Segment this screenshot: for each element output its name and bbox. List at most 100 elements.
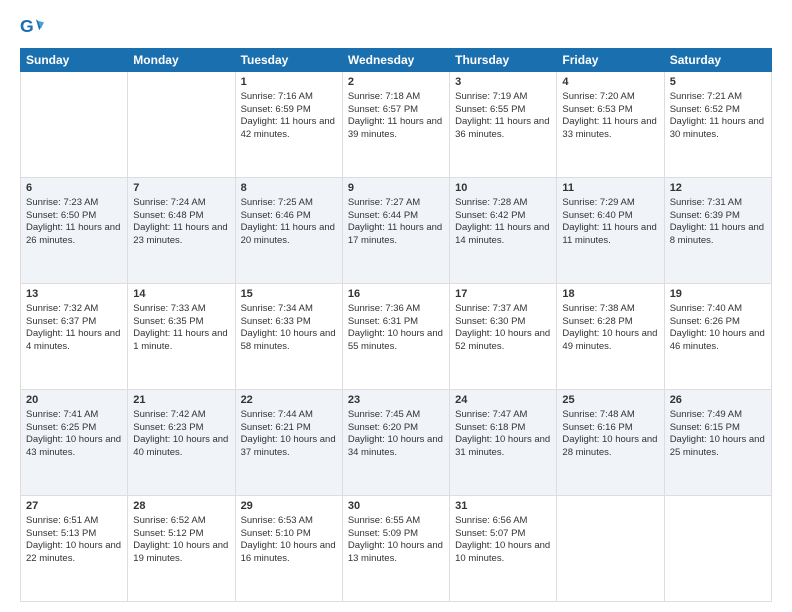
logo: G [20, 16, 46, 40]
calendar-cell: 5Sunrise: 7:21 AMSunset: 6:52 PMDaylight… [664, 72, 771, 178]
day-info: Sunset: 6:31 PM [348, 316, 444, 329]
calendar-cell [557, 496, 664, 602]
day-header-friday: Friday [557, 49, 664, 72]
day-number: 19 [670, 287, 766, 302]
day-info: Sunrise: 7:34 AM [241, 303, 337, 316]
day-info: Sunrise: 7:48 AM [562, 409, 658, 422]
calendar-week-4: 20Sunrise: 7:41 AMSunset: 6:25 PMDayligh… [21, 390, 772, 496]
day-info: Sunrise: 6:51 AM [26, 515, 122, 528]
day-info: Sunset: 6:39 PM [670, 210, 766, 223]
day-info: Sunset: 6:37 PM [26, 316, 122, 329]
day-info: Sunrise: 6:52 AM [133, 515, 229, 528]
calendar-cell: 18Sunrise: 7:38 AMSunset: 6:28 PMDayligh… [557, 284, 664, 390]
day-info: Sunrise: 6:55 AM [348, 515, 444, 528]
calendar-cell: 30Sunrise: 6:55 AMSunset: 5:09 PMDayligh… [342, 496, 449, 602]
calendar-cell: 7Sunrise: 7:24 AMSunset: 6:48 PMDaylight… [128, 178, 235, 284]
calendar-cell: 23Sunrise: 7:45 AMSunset: 6:20 PMDayligh… [342, 390, 449, 496]
day-info: Sunrise: 7:21 AM [670, 91, 766, 104]
day-info: Sunset: 6:30 PM [455, 316, 551, 329]
day-info: Sunrise: 7:47 AM [455, 409, 551, 422]
day-info: Sunset: 6:18 PM [455, 422, 551, 435]
day-info: Sunrise: 7:32 AM [26, 303, 122, 316]
calendar-week-5: 27Sunrise: 6:51 AMSunset: 5:13 PMDayligh… [21, 496, 772, 602]
calendar-week-1: 1Sunrise: 7:16 AMSunset: 6:59 PMDaylight… [21, 72, 772, 178]
day-info: Sunset: 6:26 PM [670, 316, 766, 329]
day-number: 11 [562, 181, 658, 196]
day-number: 26 [670, 393, 766, 408]
day-number: 9 [348, 181, 444, 196]
day-info: Daylight: 10 hours and 49 minutes. [562, 328, 658, 354]
day-info: Daylight: 11 hours and 33 minutes. [562, 116, 658, 142]
day-info: Sunrise: 7:33 AM [133, 303, 229, 316]
day-info: Sunset: 6:23 PM [133, 422, 229, 435]
day-header-saturday: Saturday [664, 49, 771, 72]
day-info: Sunset: 6:55 PM [455, 104, 551, 117]
day-info: Sunset: 5:07 PM [455, 528, 551, 541]
day-number: 7 [133, 181, 229, 196]
day-info: Sunrise: 7:42 AM [133, 409, 229, 422]
day-info: Daylight: 11 hours and 4 minutes. [26, 328, 122, 354]
calendar-cell: 15Sunrise: 7:34 AMSunset: 6:33 PMDayligh… [235, 284, 342, 390]
day-info: Sunrise: 7:31 AM [670, 197, 766, 210]
day-info: Sunrise: 7:28 AM [455, 197, 551, 210]
day-header-tuesday: Tuesday [235, 49, 342, 72]
calendar-cell: 11Sunrise: 7:29 AMSunset: 6:40 PMDayligh… [557, 178, 664, 284]
day-info: Sunset: 6:52 PM [670, 104, 766, 117]
day-number: 20 [26, 393, 122, 408]
day-info: Sunset: 6:28 PM [562, 316, 658, 329]
calendar-cell [21, 72, 128, 178]
day-header-monday: Monday [128, 49, 235, 72]
day-info: Daylight: 11 hours and 36 minutes. [455, 116, 551, 142]
day-info: Sunset: 6:21 PM [241, 422, 337, 435]
day-info: Daylight: 11 hours and 30 minutes. [670, 116, 766, 142]
day-info: Daylight: 10 hours and 16 minutes. [241, 540, 337, 566]
calendar-body: 1Sunrise: 7:16 AMSunset: 6:59 PMDaylight… [21, 72, 772, 602]
day-number: 12 [670, 181, 766, 196]
calendar-cell: 2Sunrise: 7:18 AMSunset: 6:57 PMDaylight… [342, 72, 449, 178]
day-info: Sunrise: 7:44 AM [241, 409, 337, 422]
day-info: Daylight: 10 hours and 13 minutes. [348, 540, 444, 566]
day-number: 14 [133, 287, 229, 302]
day-number: 21 [133, 393, 229, 408]
day-number: 8 [241, 181, 337, 196]
day-header-wednesday: Wednesday [342, 49, 449, 72]
day-number: 22 [241, 393, 337, 408]
calendar-cell: 24Sunrise: 7:47 AMSunset: 6:18 PMDayligh… [450, 390, 557, 496]
day-info: Daylight: 11 hours and 8 minutes. [670, 222, 766, 248]
calendar-table: SundayMondayTuesdayWednesdayThursdayFrid… [20, 48, 772, 602]
page-header: G [20, 16, 772, 40]
day-info: Daylight: 10 hours and 52 minutes. [455, 328, 551, 354]
day-info: Daylight: 11 hours and 11 minutes. [562, 222, 658, 248]
calendar-cell: 14Sunrise: 7:33 AMSunset: 6:35 PMDayligh… [128, 284, 235, 390]
day-info: Sunset: 6:50 PM [26, 210, 122, 223]
day-number: 3 [455, 75, 551, 90]
day-number: 23 [348, 393, 444, 408]
day-number: 5 [670, 75, 766, 90]
day-info: Daylight: 11 hours and 23 minutes. [133, 222, 229, 248]
day-info: Sunset: 6:46 PM [241, 210, 337, 223]
day-info: Daylight: 11 hours and 42 minutes. [241, 116, 337, 142]
day-number: 1 [241, 75, 337, 90]
day-info: Sunrise: 7:45 AM [348, 409, 444, 422]
day-number: 28 [133, 499, 229, 514]
calendar-cell: 9Sunrise: 7:27 AMSunset: 6:44 PMDaylight… [342, 178, 449, 284]
calendar-cell: 13Sunrise: 7:32 AMSunset: 6:37 PMDayligh… [21, 284, 128, 390]
day-info: Sunrise: 7:36 AM [348, 303, 444, 316]
day-info: Sunrise: 7:24 AM [133, 197, 229, 210]
day-number: 2 [348, 75, 444, 90]
day-number: 24 [455, 393, 551, 408]
day-info: Sunrise: 7:41 AM [26, 409, 122, 422]
calendar-cell: 6Sunrise: 7:23 AMSunset: 6:50 PMDaylight… [21, 178, 128, 284]
day-info: Daylight: 10 hours and 25 minutes. [670, 434, 766, 460]
svg-text:G: G [20, 16, 34, 36]
day-number: 15 [241, 287, 337, 302]
calendar-cell: 19Sunrise: 7:40 AMSunset: 6:26 PMDayligh… [664, 284, 771, 390]
day-info: Daylight: 10 hours and 46 minutes. [670, 328, 766, 354]
day-number: 29 [241, 499, 337, 514]
calendar-cell: 26Sunrise: 7:49 AMSunset: 6:15 PMDayligh… [664, 390, 771, 496]
day-info: Sunset: 5:10 PM [241, 528, 337, 541]
calendar-cell: 29Sunrise: 6:53 AMSunset: 5:10 PMDayligh… [235, 496, 342, 602]
day-info: Daylight: 10 hours and 43 minutes. [26, 434, 122, 460]
day-info: Sunrise: 7:18 AM [348, 91, 444, 104]
calendar-cell: 1Sunrise: 7:16 AMSunset: 6:59 PMDaylight… [235, 72, 342, 178]
